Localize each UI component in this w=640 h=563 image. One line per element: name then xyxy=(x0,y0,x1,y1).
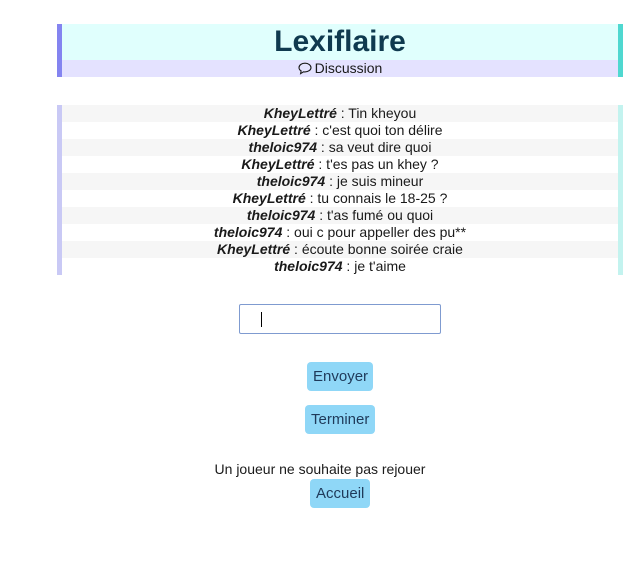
message-author: KheyLettré xyxy=(217,241,291,257)
chat-message: theloic974 : sa veut dire quoi xyxy=(62,139,618,156)
message-text: : sa veut dire quoi xyxy=(317,139,432,155)
message-input[interactable] xyxy=(240,305,440,333)
chat-message: theloic974 : je t'aime xyxy=(62,258,618,275)
chat-log: KheyLettré : Tin kheyou KheyLettré : c'e… xyxy=(57,105,623,275)
message-text: : écoute bonne soirée craie xyxy=(290,241,463,257)
chat-message: theloic974 : je suis mineur xyxy=(62,173,618,190)
send-button[interactable]: Envoyer xyxy=(307,362,373,391)
message-author: theloic974 xyxy=(256,173,326,189)
message-author: theloic974 xyxy=(213,224,283,240)
page-title: Lexiflaire xyxy=(274,25,406,58)
chat-message: KheyLettré : écoute bonne soirée craie xyxy=(62,241,618,258)
end-button[interactable]: Terminer xyxy=(305,405,375,434)
message-input-box[interactable] xyxy=(239,304,441,334)
message-author: KheyLettré xyxy=(232,190,306,206)
message-author: theloic974 xyxy=(248,139,318,155)
status-notice: Un joueur ne souhaite pas rejouer xyxy=(214,461,426,477)
message-text: : t'as fumé ou quoi xyxy=(315,207,434,223)
message-author: theloic974 xyxy=(274,258,343,274)
text-caret xyxy=(261,312,262,327)
chat-message: KheyLettré : t'es pas un khey ? xyxy=(62,156,618,173)
message-author: theloic974 xyxy=(246,207,316,223)
message-text: : Tin kheyou xyxy=(336,105,417,121)
message-author: KheyLettré xyxy=(237,122,311,138)
subtitle-label: Discussion xyxy=(314,60,383,76)
chat-message: KheyLettré : Tin kheyou xyxy=(62,105,618,122)
chat-message: KheyLettré : c'est quoi ton délire xyxy=(62,122,618,139)
chat-message: KheyLettré : tu connais le 18-25 ? xyxy=(62,190,618,207)
message-text: : tu connais le 18-25 ? xyxy=(305,190,448,206)
message-text: : c'est quoi ton délire xyxy=(310,122,443,138)
message-text: : je t'aime xyxy=(342,258,406,274)
page: Lexiflaire Discussion KheyLettré : Tin k… xyxy=(0,0,640,563)
speech-bubble-icon xyxy=(298,60,315,76)
subtitle-bar: Discussion xyxy=(62,60,618,77)
message-author: KheyLettré xyxy=(263,105,337,121)
chat-message: theloic974 : oui c pour appeller des pu*… xyxy=(62,224,618,241)
message-text: : oui c pour appeller des pu** xyxy=(282,224,467,240)
message-text: : t'es pas un khey ? xyxy=(314,156,439,172)
home-button[interactable]: Accueil xyxy=(310,479,370,508)
header: Lexiflaire Discussion xyxy=(57,24,623,77)
message-text: : je suis mineur xyxy=(325,173,424,189)
message-author: KheyLettré xyxy=(241,156,315,172)
chat-message: theloic974 : t'as fumé ou quoi xyxy=(62,207,618,224)
